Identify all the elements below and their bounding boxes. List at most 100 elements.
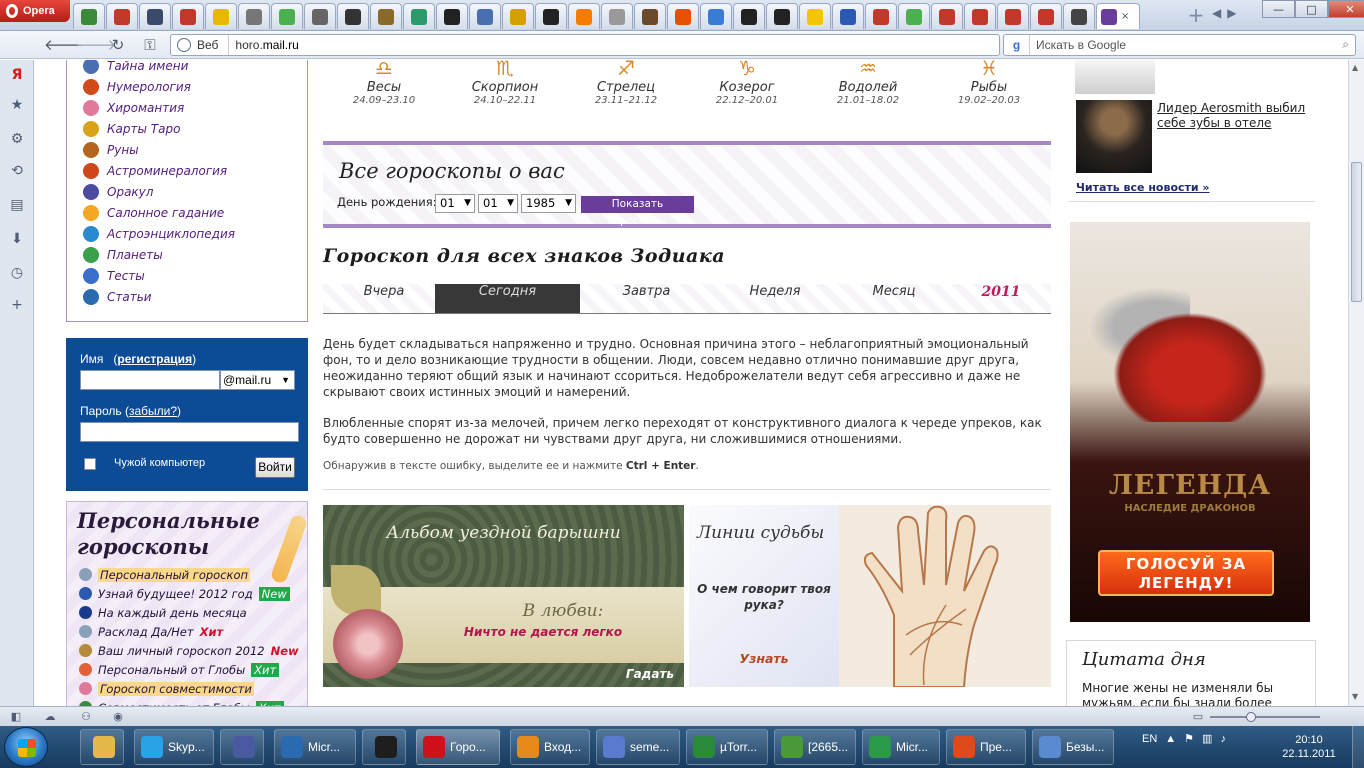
browser-tab[interactable]: [238, 3, 270, 29]
game-advertisement[interactable]: ЛЕГЕНДА НАСЛЕДИЕ ДРАКОНОВ ГОЛОСУЙ ЗА ЛЕГ…: [1070, 222, 1310, 622]
taskbar-button[interactable]: Micr...: [274, 729, 356, 765]
fate-lines-cta-link[interactable]: Узнать: [689, 651, 839, 666]
browser-tab[interactable]: [634, 3, 666, 29]
browser-tab[interactable]: [832, 3, 864, 29]
view-icon[interactable]: ▭: [1190, 709, 1206, 725]
news-link-aerosmith[interactable]: Лидер Aerosmith выбил себе зубы в отеле: [1157, 101, 1317, 131]
clock[interactable]: 20:10 22.11.2011: [1274, 733, 1344, 761]
left-menu-item[interactable]: Астроэнциклопедия: [83, 225, 235, 243]
maximize-button[interactable]: □: [1295, 0, 1328, 18]
star-icon[interactable]: ★: [8, 96, 26, 114]
close-tab-icon[interactable]: ×: [1121, 11, 1129, 22]
browser-tab[interactable]: [73, 3, 105, 29]
taskbar-button[interactable]: Безы...: [1032, 729, 1114, 765]
zodiac-sign-link[interactable]: ♎ Весы 24.09–23.10: [324, 60, 444, 106]
taskbar-button[interactable]: Skyp...: [134, 729, 214, 765]
yandex-icon[interactable]: Я: [8, 66, 26, 84]
new-tab-button[interactable]: +: [1186, 5, 1206, 26]
taskbar-button[interactable]: Вход...: [510, 729, 590, 765]
tray-expand-icon[interactable]: ▲: [1165, 733, 1176, 745]
browser-tab[interactable]: [139, 3, 171, 29]
left-menu-item[interactable]: Хиромантия: [83, 99, 184, 117]
address-field[interactable]: Веб horo.mail.ru: [170, 34, 1000, 56]
browser-tab[interactable]: [964, 3, 996, 29]
browser-tab[interactable]: [304, 3, 336, 29]
left-menu-item[interactable]: Нумерология: [83, 78, 191, 96]
forgot-password-link[interactable]: забыли?: [129, 404, 177, 418]
zodiac-sign-link[interactable]: ♑ Козерог 22.12–20.01: [687, 60, 807, 106]
foreign-computer-checkbox[interactable]: [84, 458, 96, 470]
browser-tab[interactable]: [205, 3, 237, 29]
scroll-up-icon[interactable]: ▲: [1352, 63, 1358, 72]
mail-domain-select[interactable]: @mail.ru ▼: [220, 370, 295, 390]
personal-horoscope-link[interactable]: Гороскоп совместимости: [79, 680, 254, 697]
tab-period[interactable]: Вчера: [323, 284, 445, 313]
google-icon[interactable]: g: [1004, 35, 1030, 55]
personal-horoscope-link[interactable]: На каждый день месяца: [79, 604, 247, 621]
album-cta-link[interactable]: Гадать: [626, 667, 674, 681]
password-input[interactable]: [80, 422, 299, 442]
search-icon[interactable]: ⌕: [1342, 37, 1349, 52]
gear-icon[interactable]: ⚙: [8, 130, 26, 148]
news-image-aerosmith[interactable]: [1076, 100, 1152, 173]
zoom-slider-knob[interactable]: [1246, 712, 1256, 722]
browser-tab[interactable]: [436, 3, 468, 29]
show-desktop-button[interactable]: [1352, 726, 1364, 768]
browser-tab[interactable]: [403, 3, 435, 29]
browser-tab[interactable]: [700, 3, 732, 29]
browser-tab[interactable]: [1063, 3, 1095, 29]
scroll-thumb[interactable]: [1351, 162, 1362, 302]
zodiac-sign-link[interactable]: ♓ Рыбы 19.02–20.03: [929, 60, 1049, 106]
browser-tab[interactable]: [172, 3, 204, 29]
news-thumbnail[interactable]: [1075, 60, 1155, 94]
tab-scroll-right-icon[interactable]: ▶: [1227, 6, 1236, 20]
cloud-icon[interactable]: ☁: [42, 709, 58, 725]
register-link[interactable]: регистрация: [117, 352, 192, 366]
tab-period[interactable]: 2011: [951, 284, 1051, 313]
browser-tab[interactable]: [667, 3, 699, 29]
login-submit-button[interactable]: Войти: [255, 457, 295, 478]
browser-tab[interactable]: [601, 3, 633, 29]
start-button[interactable]: [4, 727, 48, 767]
close-window-button[interactable]: ✕: [1328, 0, 1364, 18]
browser-tab[interactable]: [799, 3, 831, 29]
all-news-link[interactable]: Читать все новости »: [1076, 181, 1210, 194]
login-name-input[interactable]: [80, 370, 220, 390]
taskbar-button[interactable]: µTorr...: [686, 729, 768, 765]
taskbar-button[interactable]: [2665...: [774, 729, 856, 765]
birth-year-select[interactable]: 1985 ▼: [521, 194, 576, 213]
personal-horoscope-link[interactable]: Ваш личный гороскоп 2012 New: [79, 642, 299, 659]
flag-icon[interactable]: ⚑: [1184, 732, 1194, 745]
personal-horoscope-link[interactable]: Персональный гороскоп: [79, 566, 251, 583]
tab-period[interactable]: Завтра: [580, 284, 713, 313]
network-icon[interactable]: ▥: [1202, 732, 1212, 745]
personal-horoscope-link[interactable]: Узнай будущее! 2012 год New: [79, 585, 290, 602]
browser-tab[interactable]: [370, 3, 402, 29]
left-menu-item[interactable]: Руны: [83, 141, 139, 159]
browser-tab[interactable]: [898, 3, 930, 29]
fate-lines-banner[interactable]: Линии судьбы О чем говорит твоя рука? Уз…: [689, 505, 1051, 687]
album-promo-banner[interactable]: Альбом уездной барышни В любви: Ничто не…: [323, 505, 684, 687]
browser-tab[interactable]: [535, 3, 567, 29]
language-indicator[interactable]: EN: [1142, 733, 1157, 745]
opera-menu-button[interactable]: Opera: [0, 0, 70, 22]
personal-horoscope-link[interactable]: Расклад Да/Нет Хит: [79, 623, 223, 640]
left-menu-item[interactable]: Карты Таро: [83, 120, 180, 138]
browser-tab[interactable]: [865, 3, 897, 29]
birth-day-select[interactable]: 01 ▼: [435, 194, 475, 213]
birth-month-select[interactable]: 01 ▼: [478, 194, 518, 213]
minimize-button[interactable]: —: [1262, 0, 1295, 18]
browser-tab[interactable]: [271, 3, 303, 29]
speed-dial-icon[interactable]: ◉: [110, 709, 126, 725]
key-icon[interactable]: ⚿: [140, 35, 160, 55]
unite-icon[interactable]: ⚇: [78, 709, 94, 725]
scroll-down-icon[interactable]: ▼: [1352, 692, 1358, 701]
left-menu-item[interactable]: Статьи: [83, 288, 152, 306]
browser-tab[interactable]: [106, 3, 138, 29]
show-horoscopes-button[interactable]: Показать гороскопы: [581, 196, 694, 227]
taskbar-button[interactable]: Micr...: [862, 729, 940, 765]
address-url[interactable]: horo.mail.ru: [235, 38, 298, 52]
taskbar-button[interactable]: Горо...: [416, 729, 500, 765]
taskbar-button[interactable]: [80, 729, 124, 765]
share-icon[interactable]: ⟲: [8, 162, 26, 180]
